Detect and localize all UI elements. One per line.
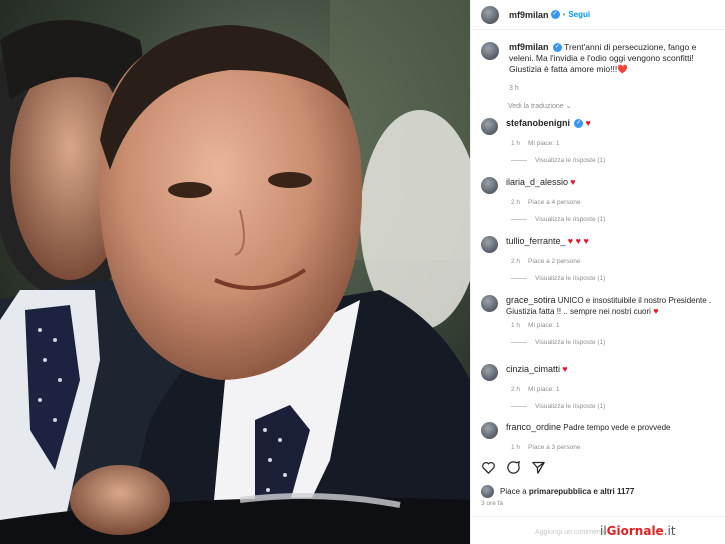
caption-username[interactable]: mf9milan: [509, 42, 549, 52]
verified-icon: ✓: [550, 10, 560, 19]
post-caption: mf9milan ✓ Trent'anni di persecuzione, f…: [471, 30, 725, 94]
comment-hearts: ♥ ♥ ♥: [567, 236, 589, 246]
comment-likes[interactable]: Mi piace: 1: [528, 322, 559, 329]
author-username[interactable]: mf9milan: [509, 10, 549, 20]
heart-icon[interactable]: [481, 460, 496, 475]
liker-username[interactable]: primarepubblica: [529, 487, 591, 496]
commenter-username[interactable]: cinzia_cimatti: [506, 364, 560, 374]
comment-hearts: ♥: [562, 364, 568, 374]
commenter-avatar[interactable]: [481, 295, 498, 312]
follow-button[interactable]: Segui: [568, 10, 590, 19]
view-replies-link[interactable]: Visualizza le risposte (1): [511, 275, 721, 282]
comment-likes[interactable]: Piace a 3 persone: [528, 444, 580, 451]
share-icon[interactable]: [531, 460, 546, 475]
comment-hearts: ♥: [653, 306, 659, 316]
post-photo[interactable]: [0, 0, 470, 544]
view-replies-link[interactable]: Visualizza le risposte (1): [511, 216, 721, 223]
post-actions: [481, 460, 546, 475]
comment: stefanobenigni ✓ ♥ 1 h Mi piace: 1 Visual…: [481, 118, 721, 164]
verified-icon: ✓: [574, 119, 584, 129]
commenter-username[interactable]: franco_ordine: [506, 422, 561, 432]
commenter-username[interactable]: ilaria_d_alessio: [506, 177, 568, 187]
comment: ilaria_d_alessio ♥ 2 h Piace a 4 persone …: [481, 177, 721, 223]
comment-likes[interactable]: Piace a 2 persone: [528, 258, 580, 265]
post-date: 3 ore fa: [481, 500, 504, 507]
comment-hearts: ♥: [570, 177, 576, 187]
commenter-avatar[interactable]: [481, 364, 498, 381]
comment-time: 2 h: [511, 386, 521, 393]
post-panel: mf9milan ✓ • Segui mf9milan ✓ Trent'anni…: [470, 0, 725, 544]
photo-image: [0, 0, 470, 544]
view-replies-link[interactable]: Visualizza le risposte (1): [511, 339, 721, 346]
likes-summary[interactable]: Piace a primarepubblica e altri 1177: [481, 485, 634, 498]
commenter-avatar[interactable]: [481, 177, 498, 194]
caption-time: 3 h: [509, 85, 519, 92]
translate-link[interactable]: Vedi la traduzione ⌄: [471, 94, 725, 110]
comment-text: Padre tempo vede e provvede: [563, 423, 671, 432]
comment-likes[interactable]: Mi piace: 1: [528, 140, 559, 147]
comment-likes[interactable]: Mi piace: 1: [528, 386, 559, 393]
likes-count[interactable]: e altri 1177: [593, 487, 634, 496]
commenter-avatar[interactable]: [481, 236, 498, 253]
liker-avatar: [481, 485, 494, 498]
comment: cinzia_cimatti ♥ 2 h Mi piace: 1 Visualiz…: [481, 364, 721, 410]
comment-time: 1 h: [511, 140, 521, 147]
comment: franco_ordine Padre tempo vede e provved…: [481, 422, 721, 451]
comment-time: 1 h: [511, 444, 521, 451]
comment: tullio_ferrante_ ♥ ♥ ♥ 2 h Piace a 2 pers…: [481, 236, 721, 282]
comment-time: 2 h: [511, 258, 521, 265]
comment: grace_sotira UNICO e insostituibile il n…: [481, 295, 721, 346]
separator-dot: •: [562, 10, 566, 19]
commenter-avatar[interactable]: [481, 422, 498, 439]
commenter-username[interactable]: grace_sotira: [506, 295, 556, 305]
commenter-avatar[interactable]: [481, 118, 498, 135]
comment-time: 2 h: [511, 199, 521, 206]
comment-time: 1 h: [511, 322, 521, 329]
comment-likes[interactable]: Piace a 4 persone: [528, 199, 580, 206]
view-replies-link[interactable]: Visualizza le risposte (1): [511, 403, 721, 410]
verified-icon: ✓: [552, 43, 562, 53]
comment-hearts: ♥: [585, 118, 591, 128]
add-comment-input[interactable]: Aggiungi un commento...: [471, 516, 725, 544]
comment-icon[interactable]: [506, 460, 521, 475]
watermark-logo: ilGiornale.it: [600, 524, 676, 538]
view-replies-link[interactable]: Visualizza le risposte (1): [511, 157, 721, 164]
author-avatar[interactable]: [481, 5, 499, 24]
commenter-username[interactable]: stefanobenigni: [506, 118, 570, 128]
caption-avatar[interactable]: [481, 42, 499, 60]
commenter-username[interactable]: tullio_ferrante_: [506, 236, 566, 246]
post-header: mf9milan ✓ • Segui: [471, 0, 725, 30]
